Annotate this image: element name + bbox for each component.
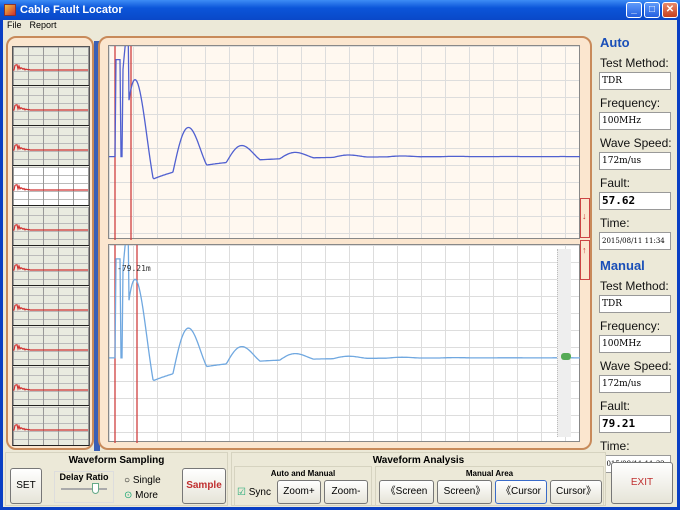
window-title: Cable Fault Locator	[20, 4, 123, 16]
waveform-analysis-group: Waveform Analysis Auto and Manual ☑ Sync…	[231, 452, 606, 506]
auto-time-field: 2015/08/11 11:34	[599, 232, 671, 250]
delay-ratio-label: Delay Ratio	[59, 472, 109, 482]
sync-label: Sync	[248, 487, 271, 498]
thumbnail-trace	[13, 143, 88, 152]
thumbnail-trace	[13, 263, 88, 272]
thumbnail-trace	[13, 383, 88, 392]
menu-file[interactable]: File	[7, 20, 22, 30]
thumbnail-trace	[13, 303, 88, 312]
exit-button[interactable]: EXIT	[611, 462, 673, 504]
auto-heading: Auto	[600, 35, 630, 50]
single-radio[interactable]: ○ Single	[124, 475, 161, 486]
slider-thumb[interactable]	[92, 483, 99, 494]
client-area: ↓ ↑ -79.21m Auto Test Method: TDR Freque…	[3, 31, 677, 507]
waveform-panel: ↓ ↑ -79.21m	[98, 36, 592, 450]
sampling-title: Waveform Sampling	[68, 455, 165, 466]
menu-bar: File Report	[3, 20, 677, 31]
auto-fault-field: 57.62	[599, 192, 671, 210]
auto-frequency-label: Frequency:	[600, 96, 661, 110]
vertical-slider[interactable]	[557, 249, 571, 437]
manual-wave-speed-field: 172m/us	[599, 375, 671, 393]
auto-wave-speed-field: 172m/us	[599, 152, 671, 170]
auto-test-method-field: TDR	[599, 72, 671, 90]
close-button[interactable]: ✕	[662, 2, 678, 18]
manual-test-method-label: Test Method:	[600, 279, 669, 293]
more-label: More	[135, 490, 158, 501]
thumbnail-trace	[13, 183, 88, 192]
scroll-up-button[interactable]: ↑	[580, 240, 590, 280]
waveform-thumbnail[interactable]	[13, 247, 89, 286]
thumbnail-trace	[13, 223, 88, 232]
waveform-sampling-group: Waveform Sampling SET Delay Ratio ○ Sing…	[5, 452, 228, 506]
waveform-thumbnail-panel	[6, 36, 94, 450]
cursor-right-button[interactable]: Cursor》	[550, 480, 602, 504]
auto-frequency-field: 100MHz	[599, 112, 671, 130]
manual-fault-field: 79.21	[599, 415, 671, 433]
waveform-thumbnail[interactable]	[13, 127, 89, 166]
cursor-left-button[interactable]: 《Cursor	[495, 480, 547, 504]
manual-test-method-field: TDR	[599, 295, 671, 313]
slider-thumb[interactable]	[561, 353, 571, 360]
manual-waveform-chart[interactable]: -79.21m	[108, 244, 580, 443]
sample-button[interactable]: Sample	[182, 468, 226, 504]
scroll-down-button[interactable]: ↓	[580, 198, 590, 238]
screen-right-button[interactable]: Screen》	[437, 480, 492, 504]
auto-fault-label: Fault:	[600, 176, 631, 190]
maximize-button[interactable]: □	[644, 2, 660, 18]
manual-area-label: Manual Area	[465, 469, 514, 478]
thumbnail-trace	[13, 423, 88, 432]
zoom-out-button[interactable]: Zoom-	[324, 480, 368, 504]
title-bar: Cable Fault Locator _ □ ✕	[0, 0, 680, 20]
waveform-thumbnail[interactable]	[13, 287, 89, 326]
auto-waveform-chart[interactable]	[108, 45, 580, 240]
sync-checkbox[interactable]: ☑ Sync	[237, 487, 271, 498]
more-radio[interactable]: ⊙ More	[124, 490, 158, 501]
menu-report[interactable]: Report	[30, 20, 57, 30]
waveform-thumbnail[interactable]	[13, 367, 89, 406]
single-label: Single	[132, 475, 161, 486]
waveform-thumbnail[interactable]	[13, 327, 89, 366]
auto-waveform-trace	[109, 46, 580, 180]
manual-waveform-trace	[109, 245, 580, 382]
thumbnail-trace	[13, 103, 88, 112]
thumbnail-trace	[13, 63, 88, 72]
waveform-thumbnail[interactable]	[13, 207, 89, 246]
manual-frequency-label: Frequency:	[600, 319, 661, 333]
auto-wave-speed-label: Wave Speed:	[600, 136, 672, 150]
set-button[interactable]: SET	[10, 468, 42, 504]
waveform-thumbnail[interactable]	[13, 407, 89, 446]
auto-manual-group: Auto and Manual ☑ Sync Zoom+ Zoom-	[234, 466, 372, 506]
screen-left-button[interactable]: 《Screen	[379, 480, 434, 504]
auto-time-label: Time:	[600, 216, 630, 230]
delay-ratio-slider[interactable]: Delay Ratio	[54, 471, 114, 503]
cursor-distance-label: -79.21m	[117, 264, 151, 273]
zoom-in-button[interactable]: Zoom+	[277, 480, 321, 504]
manual-heading: Manual	[600, 258, 645, 273]
waveform-thumbnail[interactable]	[13, 167, 89, 206]
results-panel: Auto Test Method: TDR Frequency: 100MHz …	[595, 33, 675, 473]
manual-wave-speed-label: Wave Speed:	[600, 359, 672, 373]
auto-test-method-label: Test Method:	[600, 56, 669, 70]
waveform-thumbnail[interactable]	[13, 47, 89, 86]
app-icon	[4, 4, 16, 16]
waveform-thumbnail[interactable]	[13, 87, 89, 126]
analysis-title: Waveform Analysis	[372, 455, 465, 466]
manual-fault-label: Fault:	[600, 399, 631, 413]
manual-time-label: Time:	[600, 439, 630, 453]
thumbnail-list[interactable]	[12, 46, 90, 446]
bottom-toolbar: Waveform Sampling SET Delay Ratio ○ Sing…	[3, 452, 677, 507]
manual-frequency-field: 100MHz	[599, 335, 671, 353]
thumbnail-trace	[13, 343, 88, 352]
minimize-button[interactable]: _	[626, 2, 642, 18]
auto-manual-label: Auto and Manual	[270, 469, 336, 478]
manual-area-group: Manual Area 《Screen Screen》 《Cursor Curs…	[375, 466, 604, 506]
